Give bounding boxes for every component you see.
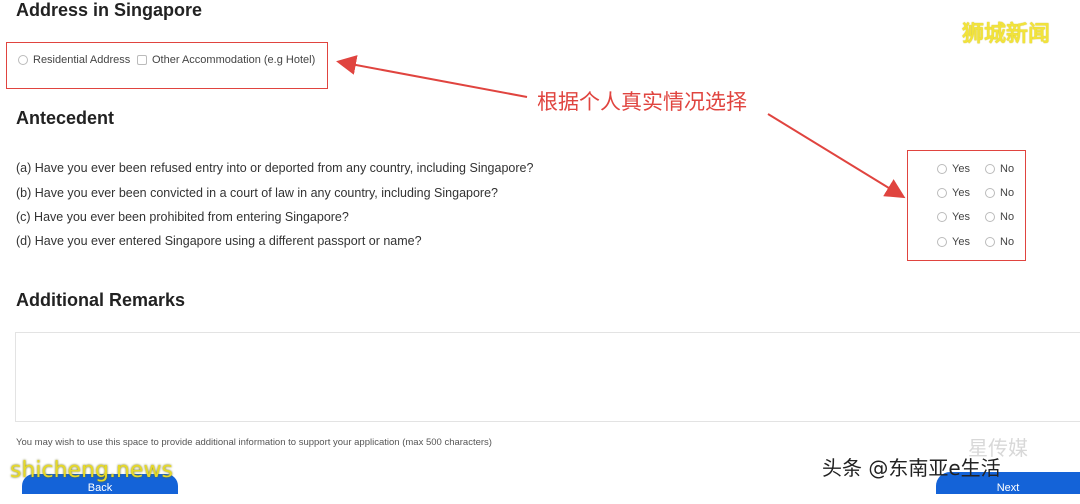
question-b-yes[interactable]: Yes <box>937 187 970 199</box>
arrow-to-antecedent <box>767 113 906 199</box>
yes-label: Yes <box>952 236 970 248</box>
question-c: (c) Have you ever been prohibited from e… <box>16 210 349 224</box>
question-b: (b) Have you ever been convicted in a co… <box>16 186 498 200</box>
question-c-yes[interactable]: Yes <box>937 211 970 223</box>
remarks-hint: You may wish to use this space to provid… <box>16 437 492 448</box>
question-a-no[interactable]: No <box>985 163 1014 175</box>
radio-button[interactable] <box>937 212 947 222</box>
question-d-yes[interactable]: Yes <box>937 236 970 248</box>
radio-button[interactable] <box>985 237 995 247</box>
yes-label: Yes <box>952 163 970 175</box>
radio-button[interactable] <box>937 188 947 198</box>
question-b-no[interactable]: No <box>985 187 1014 199</box>
question-d-no[interactable]: No <box>985 236 1014 248</box>
no-label: No <box>1000 187 1015 199</box>
watermark-bottom-right: 头条 @东南亚e生活 <box>822 456 1001 480</box>
watermark-top-right: 狮城新闻 <box>962 22 1051 47</box>
question-a: (a) Have you ever been refused entry int… <box>16 161 534 175</box>
arrow-to-address <box>336 55 528 98</box>
no-label: No <box>1000 163 1015 175</box>
no-label: No <box>1000 236 1015 248</box>
no-label: No <box>1000 211 1015 223</box>
radio-button[interactable] <box>985 164 995 174</box>
radio-button[interactable] <box>937 237 947 247</box>
question-a-yes[interactable]: Yes <box>937 163 970 175</box>
antecedent-heading: Antecedent <box>16 108 115 128</box>
watermark-bottom-left: shicheng.news <box>10 458 173 483</box>
yes-label: Yes <box>952 187 970 199</box>
radio-button[interactable] <box>937 164 947 174</box>
remarks-textarea[interactable] <box>15 332 1080 422</box>
question-c-no[interactable]: No <box>985 211 1014 223</box>
yes-label: Yes <box>952 211 970 223</box>
question-d: (d) Have you ever entered Singapore usin… <box>16 234 422 248</box>
radio-button[interactable] <box>985 212 995 222</box>
remarks-heading: Additional Remarks <box>16 290 186 310</box>
radio-button[interactable] <box>985 188 995 198</box>
